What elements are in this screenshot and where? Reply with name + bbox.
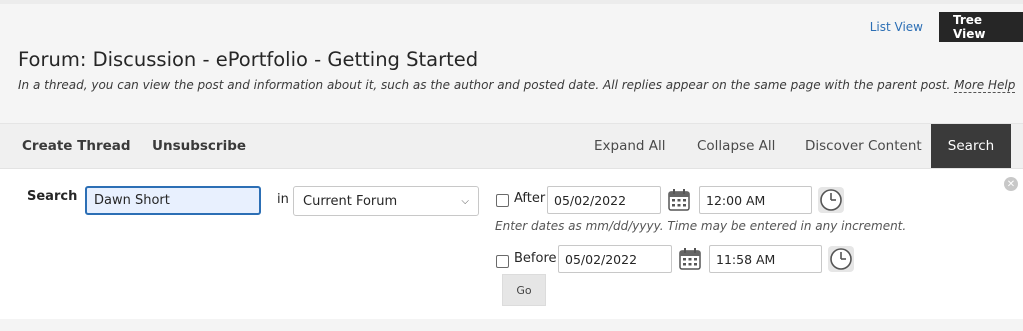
page-title: Forum: Discussion - ePortfolio - Getting… — [18, 48, 479, 71]
scope-selected-value: Current Forum — [303, 193, 398, 209]
before-time-field[interactable]: 11:58 AM — [709, 245, 822, 273]
expand-all-button[interactable]: Expand All — [594, 124, 666, 168]
page-description: In a thread, you can view the post and i… — [18, 78, 1016, 93]
scope-select[interactable]: Current Forum ⌵ — [293, 186, 479, 216]
more-help-link[interactable]: More Help — [954, 78, 1016, 93]
page-header: List View Tree View Forum: Discussion - … — [0, 4, 1023, 124]
search-label: Search — [27, 189, 78, 204]
search-tab[interactable]: Search — [931, 124, 1011, 168]
search-input[interactable]: Dawn Short — [85, 186, 261, 215]
description-text: In a thread, you can view the post and i… — [18, 78, 951, 92]
clock-icon[interactable] — [826, 244, 856, 274]
list-view-link[interactable]: List View — [854, 12, 939, 42]
chevron-down-icon: ⌵ — [461, 195, 469, 207]
after-label: After — [514, 191, 546, 206]
collapse-all-button[interactable]: Collapse All — [697, 124, 775, 168]
date-format-hint: Enter dates as mm/dd/yyyy. Time may be e… — [495, 219, 907, 233]
after-time-field[interactable]: 12:00 AM — [699, 186, 812, 214]
before-date-field[interactable]: 05/02/2022 — [558, 245, 672, 273]
clock-icon[interactable] — [816, 185, 846, 215]
unsubscribe-button[interactable]: Unsubscribe — [152, 124, 246, 168]
action-toolbar: Create Thread Unsubscribe Expand All Col… — [0, 124, 1023, 169]
go-button[interactable]: Go — [502, 274, 546, 306]
after-date-field[interactable]: 05/02/2022 — [547, 186, 661, 214]
after-checkbox[interactable] — [496, 194, 509, 207]
calendar-icon[interactable] — [666, 187, 692, 213]
before-checkbox[interactable] — [496, 255, 509, 268]
before-label: Before — [514, 251, 557, 266]
tree-view-tab[interactable]: Tree View — [939, 12, 1023, 42]
close-icon[interactable]: ✕ — [1004, 177, 1018, 191]
create-thread-button[interactable]: Create Thread — [22, 124, 131, 168]
scope-in-label: in — [277, 192, 289, 207]
bottom-strip — [0, 319, 1023, 331]
calendar-icon[interactable] — [677, 246, 703, 272]
view-switcher: List View Tree View — [854, 12, 1023, 42]
discover-content-button[interactable]: Discover Content — [805, 124, 922, 168]
